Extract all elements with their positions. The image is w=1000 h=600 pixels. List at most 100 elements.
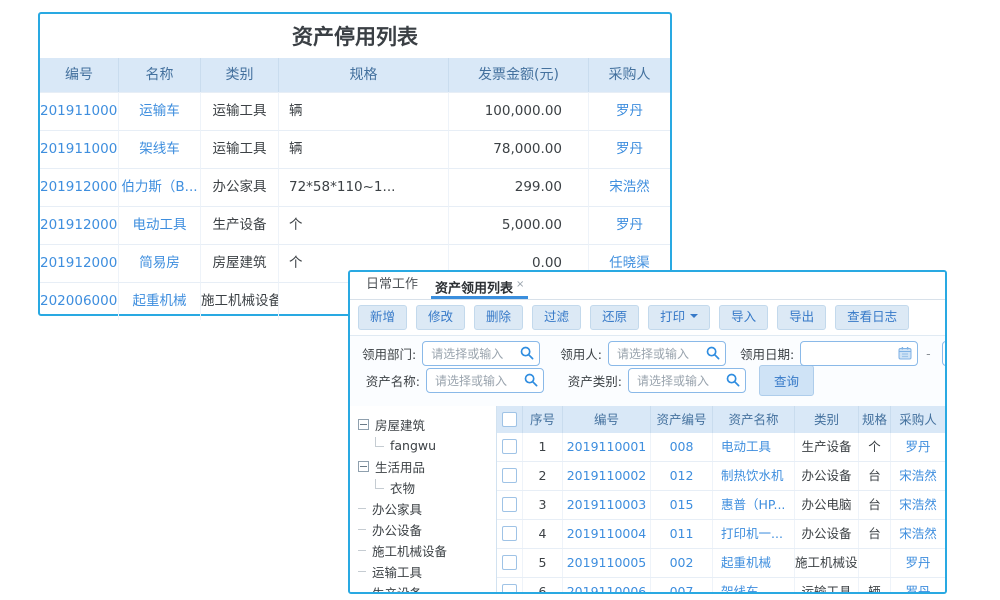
row-checkbox[interactable] <box>502 468 517 483</box>
calendar-icon[interactable] <box>898 346 912 360</box>
collapse-icon[interactable] <box>358 419 369 430</box>
asset-no-link[interactable]: 012 <box>651 462 713 490</box>
purchaser-link[interactable]: 罗丹 <box>891 578 945 594</box>
asset-name-link[interactable]: 惠普（HP... <box>713 491 795 519</box>
col-header-purchaser[interactable]: 采购人 <box>589 58 670 92</box>
filter-button[interactable]: 过滤 <box>532 305 581 330</box>
asset-name-link[interactable]: 运输车 <box>119 92 201 130</box>
table-row[interactable]: 2019120001 伯力斯（B... 办公家具 72*58*110~1... … <box>40 168 670 206</box>
col-header-category[interactable]: 类别 <box>201 58 279 92</box>
col-header-invoice-amount[interactable]: 发票金额(元) <box>449 58 589 92</box>
purchaser-link[interactable]: 宋浩然 <box>891 520 945 548</box>
purchaser-link[interactable]: 罗丹 <box>891 549 945 577</box>
table-row[interactable]: 1 2019110001 008 电动工具 生产设备 个 罗丹 <box>497 433 945 462</box>
table-row[interactable]: 4 2019110004 011 打印机一... 办公设备 台 宋浩然 <box>497 520 945 549</box>
tree-item[interactable]: 施工机械设备 <box>358 540 496 561</box>
purchaser-link[interactable]: 罗丹 <box>891 433 945 461</box>
asset-id-link[interactable]: 2019110002 <box>40 130 119 168</box>
purchaser-link[interactable]: 罗丹 <box>589 130 670 168</box>
tree-item[interactable]: 衣物 <box>375 477 496 498</box>
asset-name-link[interactable]: 架线车 <box>713 578 795 594</box>
row-checkbox[interactable] <box>502 497 517 512</box>
asset-name-link[interactable]: 起重机械 <box>119 282 201 320</box>
row-checkbox[interactable] <box>502 526 517 541</box>
col-header-id[interactable]: 编号 <box>40 58 119 92</box>
delete-button[interactable]: 删除 <box>474 305 523 330</box>
code-link[interactable]: 2019110006 <box>563 578 651 594</box>
code-link[interactable]: 2019110005 <box>563 549 651 577</box>
row-checkbox[interactable] <box>502 555 517 570</box>
code-link[interactable]: 2019110004 <box>563 520 651 548</box>
tree-item[interactable]: 运输工具 <box>358 561 496 582</box>
table-row[interactable]: 2019110001 运输车 运输工具 辆 100,000.00 罗丹 <box>40 92 670 130</box>
export-button[interactable]: 导出 <box>777 305 826 330</box>
asset-id-link[interactable]: 2019120001 <box>40 168 119 206</box>
collapse-icon[interactable] <box>358 461 369 472</box>
asset-name-link[interactable]: 电动工具 <box>713 433 795 461</box>
code-link[interactable]: 2019110003 <box>563 491 651 519</box>
purchaser-link[interactable]: 宋浩然 <box>891 491 945 519</box>
row-checkbox[interactable] <box>502 439 517 454</box>
asset-name-link[interactable]: 起重机械 <box>713 549 795 577</box>
asset-no-link[interactable]: 008 <box>651 433 713 461</box>
asset-name-link[interactable]: 简易房 <box>119 244 201 282</box>
row-checkbox[interactable] <box>502 584 517 594</box>
table-row[interactable]: 5 2019110005 002 起重机械 施工机械设备 罗丹 <box>497 549 945 578</box>
asset-id-link[interactable]: 2019120003 <box>40 244 119 282</box>
query-button[interactable]: 查询 <box>759 365 814 396</box>
tree-item[interactable]: 生产设备 <box>358 582 496 592</box>
col-header-index[interactable]: 序号 <box>523 406 563 433</box>
table-row[interactable]: 2019110002 架线车 运输工具 辆 78,000.00 罗丹 <box>40 130 670 168</box>
print-button[interactable]: 打印 <box>648 305 710 330</box>
tree-item[interactable]: fangwu <box>375 435 496 456</box>
col-header-code[interactable]: 编号 <box>563 406 651 433</box>
col-header-purchaser[interactable]: 采购人 <box>891 406 945 433</box>
add-button[interactable]: 新增 <box>358 305 407 330</box>
date-to-input[interactable] <box>942 341 947 366</box>
purchaser-link[interactable]: 罗丹 <box>589 92 670 130</box>
col-header-spec[interactable]: 规格 <box>279 58 449 92</box>
view-log-button[interactable]: 查看日志 <box>835 305 909 330</box>
table-row[interactable]: 2019120002 电动工具 生产设备 个 5,000.00 罗丹 <box>40 206 670 244</box>
search-icon[interactable] <box>524 373 538 387</box>
purchaser-link[interactable]: 罗丹 <box>589 206 670 244</box>
table-row[interactable]: 3 2019110003 015 惠普（HP... 办公电脑 台 宋浩然 <box>497 491 945 520</box>
code-link[interactable]: 2019110001 <box>563 433 651 461</box>
asset-name-link[interactable]: 伯力斯（B... <box>119 168 201 206</box>
purchaser-link[interactable]: 宋浩然 <box>891 462 945 490</box>
search-icon[interactable] <box>520 346 534 360</box>
close-icon[interactable]: × <box>516 279 524 290</box>
restore-button[interactable]: 还原 <box>590 305 639 330</box>
tree-item[interactable]: 房屋建筑 <box>358 414 496 435</box>
asset-no-link[interactable]: 007 <box>651 578 713 594</box>
asset-name-link[interactable]: 架线车 <box>119 130 201 168</box>
tree-item[interactable]: 生活用品 <box>358 456 496 477</box>
asset-no-link[interactable]: 011 <box>651 520 713 548</box>
asset-id-link[interactable]: 2019110001 <box>40 92 119 130</box>
col-header-asset-no[interactable]: 资产编号 <box>651 406 713 433</box>
purchaser-link[interactable]: 宋浩然 <box>589 168 670 206</box>
tree-item[interactable]: 办公设备 <box>358 519 496 540</box>
col-header-category[interactable]: 类别 <box>795 406 859 433</box>
code-link[interactable]: 2019110002 <box>563 462 651 490</box>
search-icon[interactable] <box>726 373 740 387</box>
select-all-checkbox[interactable] <box>502 412 517 427</box>
col-header-name[interactable]: 名称 <box>119 58 201 92</box>
search-icon[interactable] <box>706 346 720 360</box>
asset-name-link[interactable]: 制热饮水机 <box>713 462 795 490</box>
table-row[interactable]: 6 2019110006 007 架线车 运输工具 辆 罗丹 <box>497 578 945 594</box>
tab-asset-requisition-list[interactable]: 资产领用列表× <box>431 272 528 299</box>
col-header-spec[interactable]: 规格 <box>859 406 891 433</box>
tree-item[interactable]: 办公家具 <box>358 498 496 519</box>
tab-daily-work[interactable]: 日常工作 <box>362 272 422 299</box>
table-row[interactable]: 2 2019110002 012 制热饮水机 办公设备 台 宋浩然 <box>497 462 945 491</box>
import-button[interactable]: 导入 <box>719 305 768 330</box>
asset-id-link[interactable]: 2020060001 <box>40 282 119 320</box>
asset-name-link[interactable]: 打印机一... <box>713 520 795 548</box>
asset-no-link[interactable]: 002 <box>651 549 713 577</box>
asset-no-link[interactable]: 015 <box>651 491 713 519</box>
asset-id-link[interactable]: 2019120002 <box>40 206 119 244</box>
col-header-asset-name[interactable]: 资产名称 <box>713 406 795 433</box>
modify-button[interactable]: 修改 <box>416 305 465 330</box>
asset-name-link[interactable]: 电动工具 <box>119 206 201 244</box>
